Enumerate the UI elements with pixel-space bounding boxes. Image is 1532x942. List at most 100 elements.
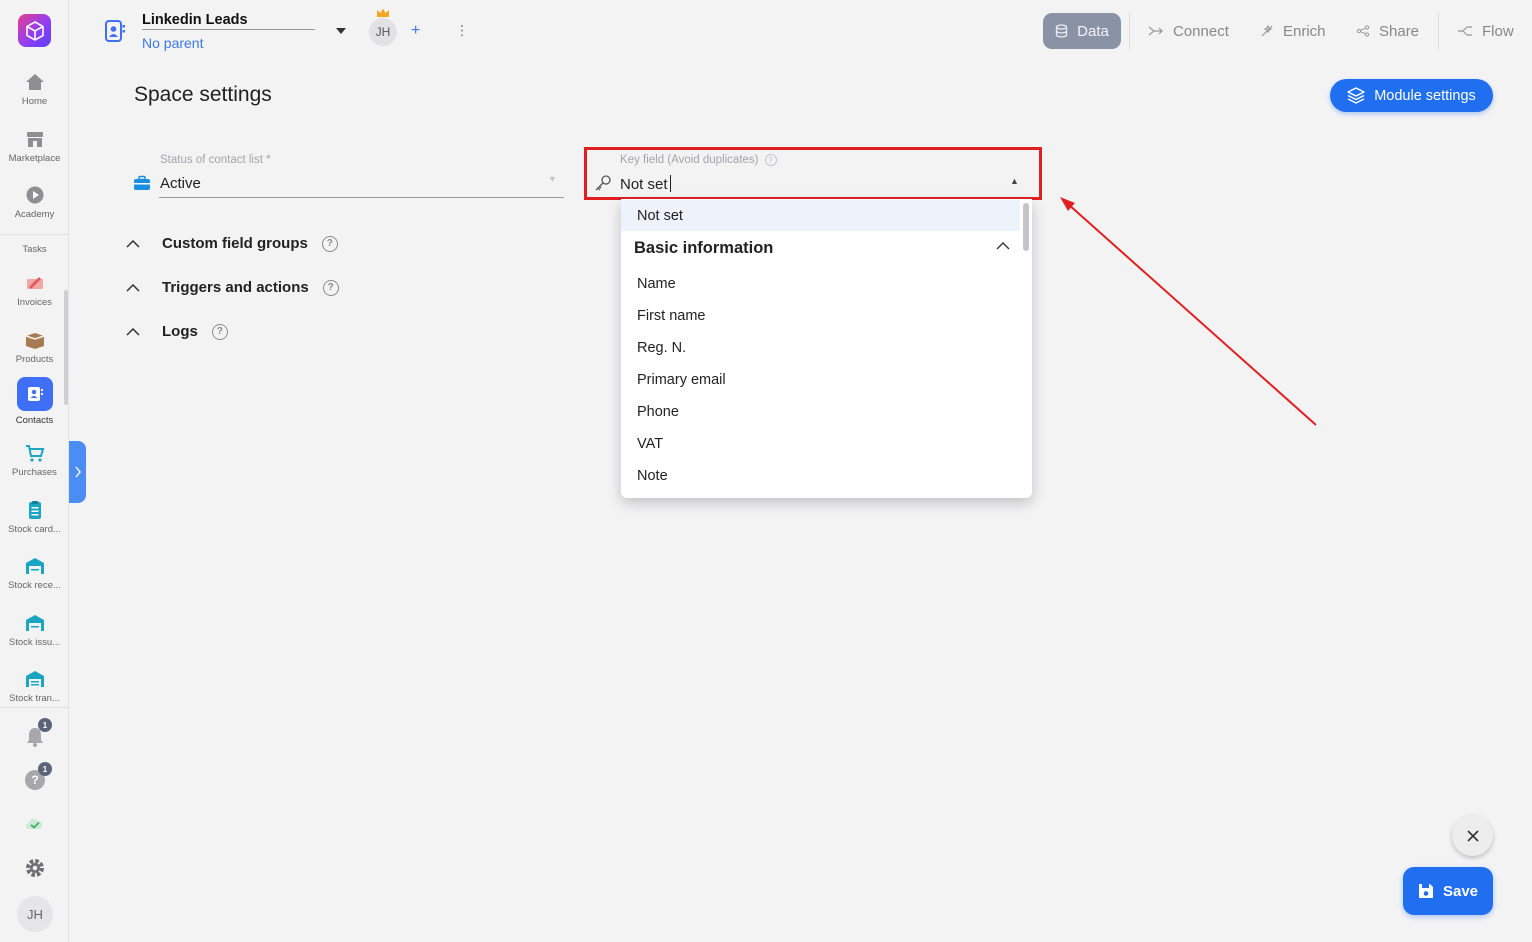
tab-label: Enrich (1283, 22, 1326, 40)
save-label: Save (1442, 882, 1479, 900)
sidebar-divider (0, 234, 69, 235)
store-icon (26, 132, 43, 147)
sidebar-item-purchases[interactable]: Purchases (0, 443, 69, 478)
dropdown-scrollbar[interactable] (1023, 203, 1029, 251)
status-field-label: Status of contact list * (160, 154, 271, 166)
section-label: Triggers and actions (162, 279, 309, 296)
key-field-dropdown: Not set Basic information Name First nam… (621, 199, 1032, 498)
tab-enrich[interactable]: Enrich (1260, 13, 1326, 49)
parent-link[interactable]: No parent (142, 35, 203, 51)
user-avatar[interactable]: JH (17, 896, 53, 932)
contacts-space-icon (105, 20, 125, 42)
dropdown-option[interactable]: Note (637, 468, 668, 484)
gear-icon[interactable] (24, 857, 46, 879)
box-icon (25, 333, 44, 349)
section-label: Custom field groups (162, 235, 308, 252)
module-settings-button[interactable]: Module settings (1330, 79, 1493, 112)
tab-label: Connect (1173, 22, 1229, 40)
enrich-icon (1261, 24, 1273, 37)
sidebar-item-label: Stock card... (8, 524, 61, 535)
layers-icon (1347, 87, 1365, 104)
tab-label: Data (1077, 22, 1109, 40)
tab-label: Share (1379, 22, 1420, 40)
sidebar-item-stock-receipts[interactable]: Stock rece... (0, 556, 69, 591)
sidebar-item-label: Stock tran... (9, 693, 60, 704)
chevron-up-icon (126, 283, 162, 292)
status-select[interactable]: Active (160, 175, 201, 192)
chevron-up-icon[interactable] (996, 242, 1010, 250)
dropdown-option[interactable]: First name (637, 308, 706, 324)
connect-icon (1148, 26, 1163, 36)
close-icon (1466, 829, 1479, 842)
flow-icon (1458, 26, 1472, 36)
space-name-input[interactable]: Linkedin Leads (142, 12, 315, 30)
sidebar-item-label: Home (21, 96, 48, 107)
sidebar-item-tasks[interactable]: Tasks (0, 244, 69, 255)
sidebar-item-stock-issues[interactable]: Stock issu... (0, 613, 69, 648)
sidebar-item-label: Invoices (17, 297, 52, 308)
tab-separator (1438, 13, 1439, 49)
section-label: Logs (162, 323, 198, 340)
section-custom-field-groups[interactable]: Custom field groups ? (126, 235, 338, 252)
sidebar-scrollbar[interactable] (64, 290, 68, 405)
sidebar-expand-tab[interactable] (69, 441, 86, 503)
dropdown-option[interactable]: VAT (637, 436, 663, 452)
save-button[interactable]: Save (1403, 867, 1493, 915)
tab-share[interactable]: Share (1356, 13, 1419, 49)
database-icon (1056, 24, 1068, 38)
dropdown-option[interactable]: Name (637, 276, 676, 292)
home-icon (25, 74, 44, 90)
sidebar-item-label: Stock rece... (8, 580, 61, 591)
caret-down-icon[interactable] (336, 28, 346, 35)
sidebar-item-stock-cards[interactable]: Stock card... (0, 500, 69, 535)
help-badge: 1 (38, 762, 52, 776)
sidebar-item-label: Tasks (22, 244, 47, 255)
dropdown-option-not-set[interactable]: Not set (621, 200, 1020, 231)
cloud-sync-icon (26, 818, 43, 829)
dropdown-option[interactable]: Phone (637, 404, 679, 420)
notifications-badge: 1 (38, 718, 52, 732)
caret-down-icon[interactable]: ▼ (548, 174, 557, 184)
warehouse-icon (25, 615, 44, 631)
tab-connect[interactable]: Connect (1148, 13, 1229, 49)
close-button[interactable] (1452, 815, 1493, 856)
sidebar-item-label: Marketplace (8, 153, 61, 164)
cart-icon (25, 445, 44, 462)
sidebar-item-marketplace[interactable]: Marketplace (0, 129, 69, 164)
question-icon[interactable]: ? (211, 323, 228, 340)
sidebar-divider (0, 707, 69, 708)
tab-separator (1129, 13, 1130, 49)
sidebar-item-stock-transfers[interactable]: Stock tran... (0, 669, 69, 705)
sidebar-item-home[interactable]: Home (0, 72, 69, 107)
sidebar-item-label: Stock issu... (8, 637, 61, 648)
sidebar-item-label: Products (15, 354, 54, 365)
section-triggers-and-actions[interactable]: Triggers and actions ? (126, 279, 339, 296)
module-settings-label: Module settings (1374, 87, 1476, 104)
tab-data[interactable]: Data (1043, 13, 1121, 49)
floppy-disk-icon (1418, 884, 1433, 898)
sidebar-item-label: Academy (14, 209, 55, 220)
dropdown-group-header[interactable]: Basic information (634, 239, 1014, 258)
chevron-up-icon (126, 239, 162, 248)
sidebar-item-products[interactable]: Products (0, 330, 69, 365)
more-options-icon[interactable]: ⋮ (455, 22, 469, 39)
sidebar-item-label: Purchases (12, 467, 57, 478)
sidebar-item-contacts[interactable]: Contacts (0, 377, 69, 426)
contacts-icon (16, 377, 53, 411)
tab-flow[interactable]: Flow (1457, 13, 1514, 49)
crown-icon (377, 8, 389, 17)
status-select-underline (159, 197, 564, 198)
owner-avatar[interactable]: JH (369, 18, 397, 46)
sidebar-item-academy[interactable]: Academy (0, 185, 69, 220)
cube-logo-icon (25, 20, 44, 41)
sidebar: Home Marketplace Academy Tasks Invoices … (0, 0, 69, 942)
sidebar-item-invoices[interactable]: Invoices (0, 273, 69, 308)
chevron-right-icon (74, 466, 81, 478)
section-logs[interactable]: Logs ? (126, 323, 228, 340)
add-member-button[interactable]: + (411, 22, 420, 40)
dropdown-option[interactable]: Primary email (637, 372, 726, 388)
app-logo[interactable] (18, 14, 51, 47)
question-icon[interactable]: ? (321, 235, 338, 252)
question-icon[interactable]: ? (322, 279, 339, 296)
dropdown-option[interactable]: Reg. N. (637, 340, 686, 356)
